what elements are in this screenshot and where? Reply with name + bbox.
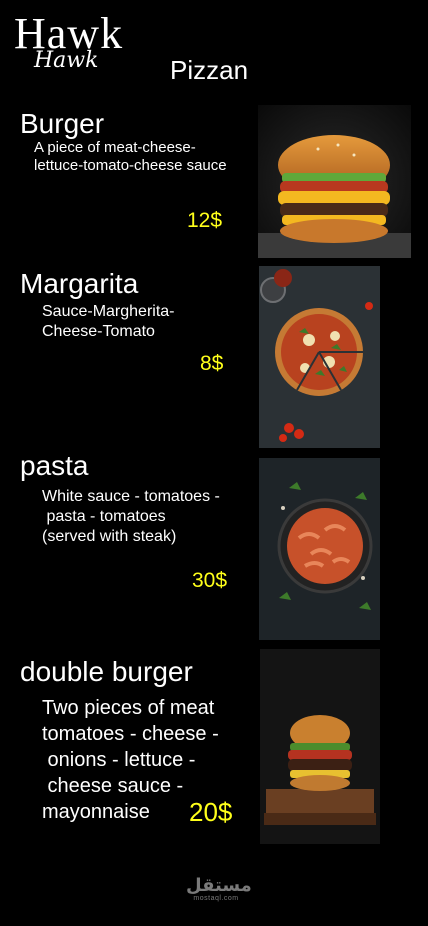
item-name-double-burger: double burger [20, 656, 193, 687]
item-price-margarita: 8$ [200, 352, 224, 375]
item-price-double-burger: 20$ [189, 797, 233, 827]
item-price-burger: 12$ [187, 209, 223, 232]
item-desc-pasta: White sauce - tomatoes - pasta - tomatoe… [42, 488, 220, 545]
item-desc-burger: A piece of meat-cheese- lettuce-tomato-c… [34, 139, 227, 174]
pasta-photo [259, 458, 380, 640]
item-name-burger: Burger [20, 108, 105, 139]
restaurant-name: Pizzan [170, 55, 249, 85]
double-burger-photo [260, 649, 380, 844]
item-name-pasta: pasta [20, 450, 89, 481]
item-desc-margarita: Sauce-Margherita- Cheese-Tomato [42, 303, 175, 340]
item-name-margarita: Margarita [20, 268, 139, 299]
burger-photo [258, 105, 411, 258]
pizza-photo [259, 266, 380, 448]
mostaql-logo: مستقل mostaql.com [186, 875, 252, 902]
brand-logo-script: Hawk [34, 48, 99, 73]
item-price-pasta: 30$ [192, 569, 228, 592]
